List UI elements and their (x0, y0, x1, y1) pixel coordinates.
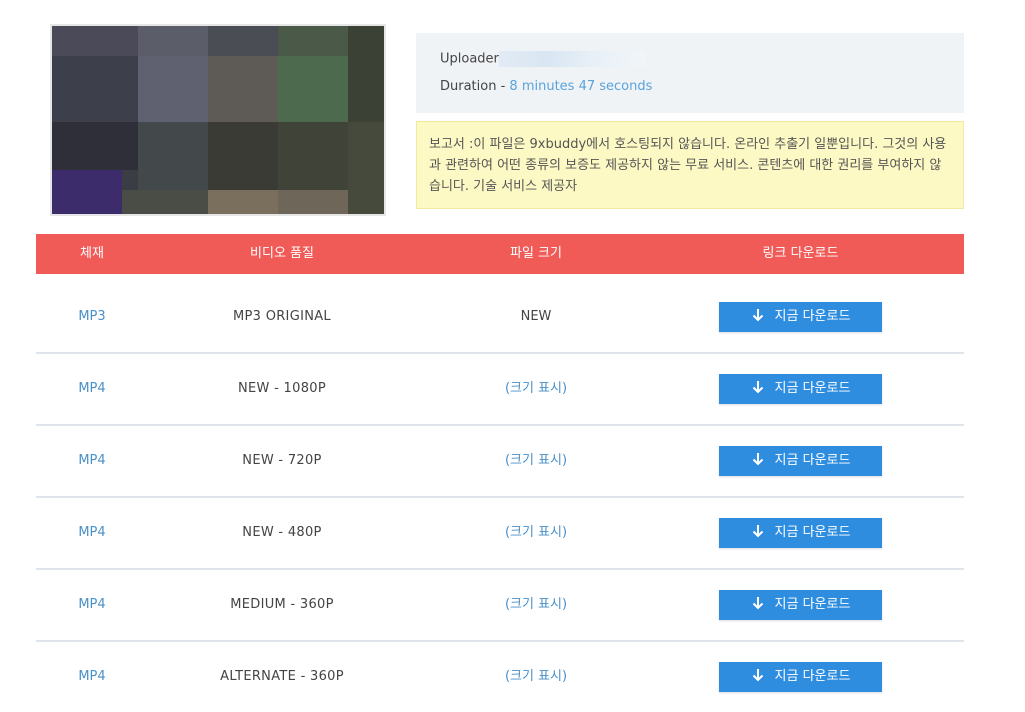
show-size-link[interactable]: (크기 표시) (436, 642, 636, 712)
table-row: MP4 NEW - 1080P (크기 표시) 지금 다운로드 (36, 354, 964, 426)
format-cell: MP4 (78, 525, 106, 540)
quality-cell: ALTERNATE - 360P (220, 669, 344, 684)
quality-cell: MEDIUM - 360P (230, 597, 334, 612)
quality-cell: NEW - 1080P (238, 381, 326, 396)
download-button-label: 지금 다운로드 (774, 597, 851, 612)
download-table-header: 체재 비디오 품질 파일 크기 링크 다운로드 (36, 234, 964, 274)
quality-cell: NEW - 480P (242, 525, 322, 540)
format-cell: MP4 (78, 453, 106, 468)
show-size-link[interactable]: (크기 표시) (436, 354, 636, 424)
arrow-down-icon (752, 525, 763, 538)
table-row: MP4 NEW - 720P (크기 표시) 지금 다운로드 (36, 426, 964, 498)
table-row: MP4 ALTERNATE - 360P (크기 표시) 지금 다운로드 (36, 642, 964, 698)
quality-cell: NEW - 720P (242, 453, 322, 468)
format-cell: MP4 (78, 597, 106, 612)
arrow-down-icon (752, 597, 763, 610)
arrow-down-icon (752, 309, 763, 322)
header-format: 체재 (80, 246, 104, 261)
download-now-button[interactable]: 지금 다운로드 (719, 302, 882, 332)
download-button-label: 지금 다운로드 (774, 453, 851, 468)
arrow-down-icon (752, 669, 763, 682)
download-button-label: 지금 다운로드 (774, 309, 851, 324)
uploader-value-redacted (498, 51, 645, 67)
download-now-button[interactable]: 지금 다운로드 (719, 662, 882, 692)
download-now-button[interactable]: 지금 다운로드 (719, 518, 882, 548)
quality-cell: MP3 ORIGINAL (233, 309, 331, 324)
download-now-button[interactable]: 지금 다운로드 (719, 446, 882, 476)
video-thumbnail (50, 24, 386, 216)
download-button-label: 지금 다운로드 (774, 381, 851, 396)
header-quality: 비디오 품질 (250, 246, 314, 261)
download-now-button[interactable]: 지금 다운로드 (719, 374, 882, 404)
format-cell: MP4 (78, 669, 106, 684)
duration-line: Duration - 8 minutes 47 seconds (440, 79, 940, 107)
download-now-button[interactable]: 지금 다운로드 (719, 590, 882, 620)
size-cell: NEW (520, 309, 552, 324)
table-row: MP4 NEW - 480P (크기 표시) 지금 다운로드 (36, 498, 964, 570)
arrow-down-icon (752, 381, 763, 394)
table-row: MP4 MEDIUM - 360P (크기 표시) 지금 다운로드 (36, 570, 964, 642)
show-size-link[interactable]: (크기 표시) (436, 570, 636, 640)
uploader-line: Uploader (440, 51, 940, 79)
duration-value: 8 minutes 47 seconds (509, 79, 653, 94)
show-size-link[interactable]: (크기 표시) (436, 498, 636, 568)
arrow-down-icon (752, 453, 763, 466)
video-meta-panel: Uploader Duration - 8 minutes 47 seconds (416, 33, 964, 113)
disclaimer-notice: 보고서 :이 파일은 9xbuddy에서 호스팅되지 않습니다. 온라인 추출기… (416, 121, 964, 209)
duration-label: Duration - (440, 79, 510, 94)
uploader-label: Uploader (440, 51, 499, 67)
download-button-label: 지금 다운로드 (774, 525, 851, 540)
header-download: 링크 다운로드 (762, 246, 839, 261)
download-button-label: 지금 다운로드 (774, 669, 851, 684)
format-cell: MP4 (78, 381, 106, 396)
table-row: MP3 MP3 ORIGINAL NEW 지금 다운로드 (36, 282, 964, 354)
show-size-link[interactable]: (크기 표시) (436, 426, 636, 496)
format-cell: MP3 (78, 309, 106, 324)
header-size: 파일 크기 (510, 246, 562, 261)
